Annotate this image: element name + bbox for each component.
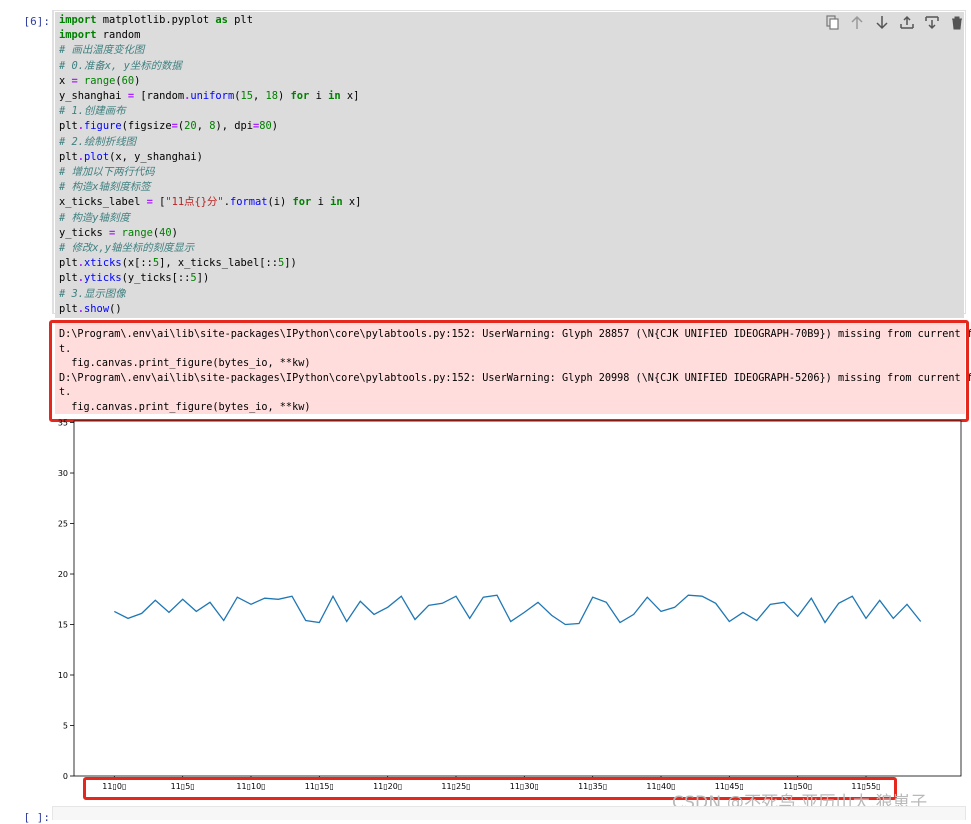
code-line: # 2.绘制折线图: [59, 135, 136, 148]
y-tick-label: 20: [58, 570, 68, 579]
code-line: y_ticks = range(40): [59, 226, 178, 239]
move-up-icon[interactable]: [847, 14, 866, 30]
code-line: y_shanghai = [random.uniform(15, 18) for…: [59, 90, 360, 102]
code-line: plt.figure(figsize=(20, 8), dpi=80): [59, 120, 279, 133]
code-line: x = range(60): [59, 74, 141, 87]
y-tick-label: 0: [63, 772, 68, 781]
code-editor[interactable]: import matplotlib.pyplot as plt import ra…: [55, 12, 964, 318]
code-line: plt.xticks(x[::5], x_ticks_label[::5]): [59, 257, 297, 270]
code-line: # 1.创建画布: [59, 105, 126, 118]
plot-area: [73, 420, 962, 777]
y-tick-label: 5: [63, 722, 68, 731]
insert-below-icon[interactable]: [922, 14, 941, 30]
stderr-highlight-box: [49, 320, 969, 422]
y-tick-label: 25: [58, 520, 68, 529]
insert-above-icon[interactable]: [897, 14, 916, 30]
delete-icon[interactable]: [947, 14, 966, 30]
code-line: # 构造y轴刻度: [59, 211, 130, 224]
code-line: # 增加以下两行代码: [59, 166, 155, 178]
code-line: # 0.准备x, y坐标的数据: [59, 59, 182, 72]
input-prompt: [6]:: [23, 15, 51, 28]
code-line: plt.yticks(y_ticks[::5]): [59, 272, 210, 285]
next-cell-editor[interactable]: [52, 806, 966, 820]
line-chart: 05101520253035 11▯0▯ 11▯5▯ 11▯10▯ 11▯15▯ 11▯…: [58, 419, 962, 791]
code-line: # 构造x轴刻度标签: [59, 181, 151, 194]
code-line: plt.show(): [59, 302, 122, 315]
y-tick-label: 10: [58, 671, 68, 680]
move-down-icon[interactable]: [872, 14, 891, 30]
code-line: # 画出温度变化图: [59, 44, 145, 57]
code-line: x_ticks_label = ["11点{}分".format(i) for …: [59, 196, 362, 209]
y-tick-label: 30: [58, 469, 68, 478]
next-input-prompt: [ ]:: [23, 811, 51, 824]
code-line: import random: [59, 29, 141, 42]
code-line: # 修改x,y轴坐标的刻度显示: [59, 242, 195, 254]
y-tick-label: 35: [58, 419, 68, 428]
code-line: plt.plot(x, y_shanghai): [59, 150, 203, 163]
code-line: # 3.显示图像: [59, 287, 126, 300]
y-tick-label: 15: [58, 621, 68, 630]
cell-toolbar: [822, 14, 966, 30]
copy-icon[interactable]: [822, 14, 841, 30]
code-line: import matplotlib.pyplot as plt: [59, 14, 253, 26]
